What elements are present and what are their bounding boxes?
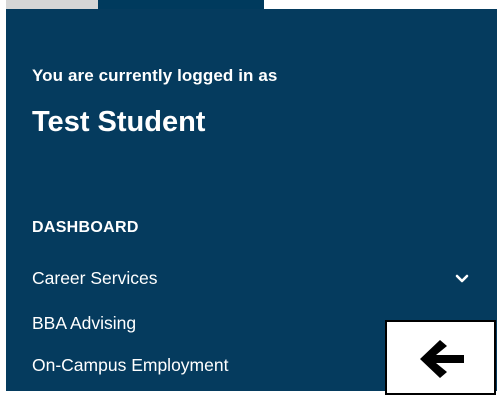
arrow-left-icon bbox=[420, 340, 464, 378]
chevron-down-icon[interactable] bbox=[453, 272, 471, 286]
back-button[interactable] bbox=[385, 320, 496, 395]
sidebar-item-on-campus-employment[interactable]: On-Campus Employment bbox=[32, 355, 228, 376]
sidebar-item-career-services[interactable]: Career Services bbox=[32, 268, 157, 289]
user-name: Test Student bbox=[32, 106, 206, 138]
sidebar-item-bba-advising[interactable]: BBA Advising bbox=[32, 313, 136, 334]
screen: You are currently logged in as Test Stud… bbox=[0, 0, 502, 398]
logged-in-label: You are currently logged in as bbox=[32, 66, 278, 85]
dashboard-heading[interactable]: DASHBOARD bbox=[32, 219, 139, 237]
